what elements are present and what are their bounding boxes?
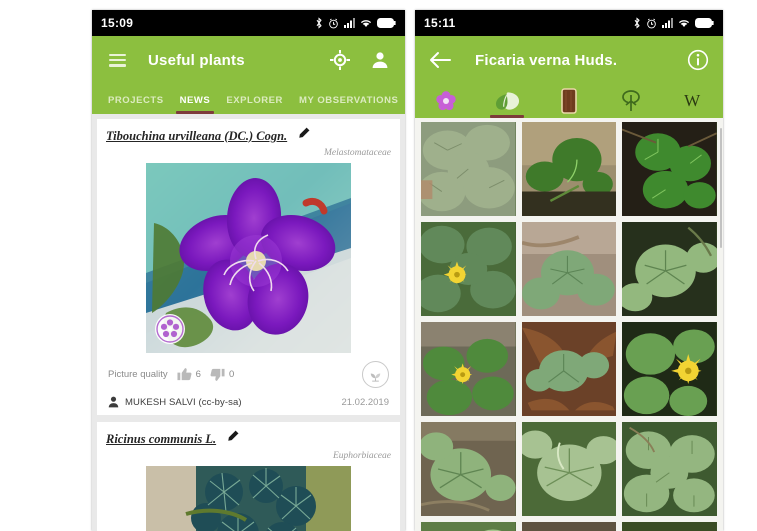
phone-right: 15:11 Ficaria verna Huds. W (415, 10, 723, 531)
gallery-item[interactable] (521, 322, 617, 416)
pencil-icon[interactable] (296, 126, 311, 146)
thumbs-up-button[interactable] (177, 367, 192, 382)
species-image-grid[interactable] (415, 118, 723, 531)
pencil-icon[interactable] (225, 429, 240, 449)
signal-icon (662, 18, 673, 28)
wikipedia-icon: W (684, 91, 701, 110)
thumbs-up-count: 6 (195, 369, 201, 380)
family-name: Euphorbiaceae (332, 451, 391, 461)
author-name: MUKESH SALVI (cc-by-sa) (125, 396, 242, 408)
battery-icon (377, 18, 396, 28)
wiki-tab[interactable]: W (669, 86, 715, 116)
status-time: 15:09 (101, 16, 134, 30)
phone-left: 15:09 Useful plants PROJECTS NEWS EXPLOR… (92, 10, 405, 531)
flower-tab[interactable] (423, 86, 469, 116)
status-icons (315, 17, 396, 29)
app-bar-right: Ficaria verna Huds. (415, 36, 723, 84)
status-bar-left: 15:09 (92, 10, 405, 36)
gallery-item[interactable] (622, 422, 717, 516)
leaf-tab[interactable] (484, 86, 530, 118)
plant-badge-icon[interactable] (362, 361, 389, 388)
quality-label: Picture quality (108, 369, 168, 380)
page-title: Useful plants (148, 51, 245, 69)
signal-icon (344, 18, 355, 28)
observation-date: 21.02.2019 (341, 396, 389, 408)
app-bar-left: Useful plants (92, 36, 405, 84)
species-photo[interactable] (146, 466, 351, 531)
species-name: Ricinus communis L. (106, 431, 217, 446)
bluetooth-icon (316, 17, 322, 29)
thumbs-up-icon (177, 368, 192, 381)
flower-icon (436, 91, 456, 111)
news-feed[interactable]: Tibouchina urvilleana (DC.) Cogn. Melast… (92, 114, 405, 531)
account-icon[interactable] (367, 47, 393, 73)
family-name: Melastomataceae (323, 148, 391, 158)
gallery-item[interactable] (421, 522, 516, 531)
species-photo[interactable] (146, 163, 351, 353)
quality-row: Picture quality 6 0 (106, 353, 391, 393)
back-arrow-icon[interactable] (427, 47, 453, 73)
wifi-icon (678, 20, 690, 27)
habit-tab[interactable] (608, 86, 654, 116)
thumbs-down-button[interactable] (210, 367, 225, 382)
bluetooth-icon (634, 17, 640, 29)
gallery-item[interactable] (622, 522, 717, 531)
gallery-item[interactable] (521, 522, 617, 531)
gallery-item[interactable] (622, 322, 717, 416)
feed-card-tibouchina[interactable]: Tibouchina urvilleana (DC.) Cogn. Melast… (97, 119, 400, 415)
gallery-item[interactable] (622, 222, 717, 316)
tab-bar-left: PROJECTS NEWS EXPLORER MY OBSERVATIONS (92, 84, 405, 114)
status-time: 15:11 (424, 16, 456, 30)
hamburger-icon[interactable] (104, 47, 130, 73)
feed-card-ricinus[interactable]: Ricinus communis L. Euphorbiaceae (97, 422, 400, 531)
alarm-icon (647, 18, 656, 28)
bark-icon (561, 88, 577, 114)
info-icon[interactable] (685, 47, 711, 73)
tab-my-observations[interactable]: MY OBSERVATIONS (291, 95, 405, 114)
organ-tab-bar: W (415, 84, 723, 118)
author-row: MUKESH SALVI (cc-by-sa) 21.02.2019 (106, 393, 391, 415)
gallery-item[interactable] (421, 122, 516, 216)
status-bar-right: 15:11 (415, 10, 723, 36)
leaf-icon (495, 92, 519, 110)
gallery-item[interactable] (421, 422, 516, 516)
status-icons (633, 17, 714, 29)
card-title-row: Tibouchina urvilleana (DC.) Cogn. (106, 126, 391, 146)
gallery-item[interactable] (521, 422, 617, 516)
gallery-item[interactable] (521, 222, 617, 316)
tab-news[interactable]: NEWS (172, 95, 219, 114)
screenshot-canvas: 15:09 Useful plants PROJECTS NEWS EXPLOR… (0, 0, 757, 531)
battery-icon (695, 18, 714, 28)
grid-scrollbar[interactable] (720, 128, 722, 248)
alarm-icon (329, 18, 338, 28)
gallery-item[interactable] (421, 322, 516, 416)
gallery-item[interactable] (521, 122, 617, 216)
thumbs-down-icon (210, 368, 225, 381)
tab-explorer[interactable]: EXPLORER (218, 95, 291, 114)
page-title: Ficaria verna Huds. (475, 51, 618, 69)
gallery-item[interactable] (421, 222, 516, 316)
tab-projects[interactable]: PROJECTS (100, 95, 172, 114)
gps-target-icon[interactable] (327, 47, 353, 73)
bark-tab[interactable] (546, 86, 592, 116)
thumbs-down-count: 0 (228, 369, 235, 380)
card-title-row: Ricinus communis L. (106, 429, 391, 449)
tree-icon (621, 90, 640, 111)
person-icon (108, 396, 119, 408)
wifi-icon (360, 20, 372, 27)
species-name: Tibouchina urvilleana (DC.) Cogn. (106, 128, 288, 143)
gallery-item[interactable] (622, 122, 717, 216)
